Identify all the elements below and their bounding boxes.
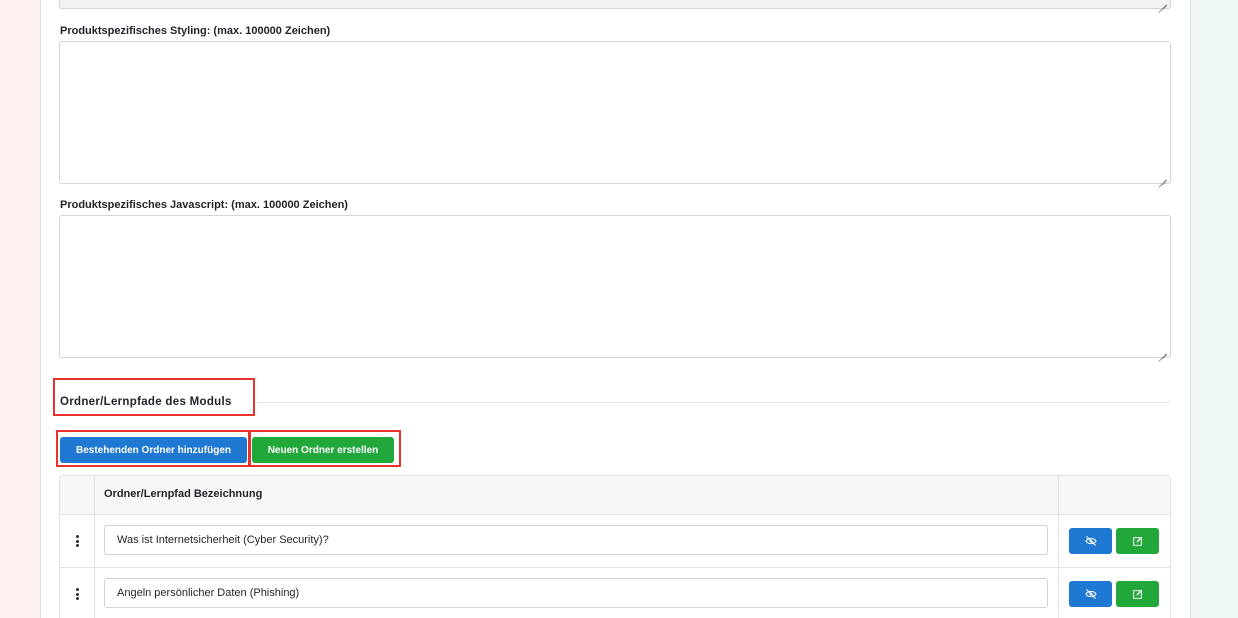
drag-handle-icon[interactable]: [75, 535, 79, 547]
javascript-textarea[interactable]: [59, 215, 1171, 358]
javascript-label: Produktspezifisches Javascript: (max. 10…: [60, 199, 348, 211]
edit-folder-button[interactable]: [1116, 581, 1159, 607]
edit-folder-button[interactable]: [1116, 528, 1159, 554]
create-new-folder-button[interactable]: Neuen Ordner erstellen: [252, 437, 394, 463]
add-existing-folder-button[interactable]: Bestehenden Ordner hinzufügen: [60, 437, 247, 463]
column-header-name: Ordner/Lernpfad Bezeichnung: [104, 488, 263, 500]
styling-label: Produktspezifisches Styling: (max. 10000…: [60, 25, 331, 37]
eye-slash-icon: [1084, 589, 1097, 599]
table-row: Was ist Internetsicherheit (Cyber Securi…: [60, 515, 1170, 567]
hide-folder-button[interactable]: [1069, 528, 1112, 554]
resize-handle-icon[interactable]: [1159, 0, 1167, 5]
hide-folder-button[interactable]: [1069, 581, 1112, 607]
resize-handle-icon[interactable]: [1159, 346, 1167, 354]
edit-icon: [1132, 589, 1142, 599]
section-title: Ordner/Lernpfade des Moduls: [60, 396, 232, 408]
eye-slash-icon: [1084, 536, 1097, 546]
previous-textarea[interactable]: [59, 0, 1171, 9]
drag-handle-icon[interactable]: [75, 588, 79, 600]
section-divider: [257, 402, 1170, 403]
folder-name-input[interactable]: Was ist Internetsicherheit (Cyber Securi…: [104, 525, 1048, 555]
table-row: Angeln persönlicher Daten (Phishing): [60, 568, 1170, 618]
edit-icon: [1132, 536, 1142, 546]
module-edit-panel: Produktspezifisches Styling: (max. 10000…: [40, 0, 1191, 618]
folder-name-input[interactable]: Angeln persönlicher Daten (Phishing): [104, 578, 1048, 608]
table-header: Ordner/Lernpfad Bezeichnung: [60, 476, 1170, 515]
folders-table: Ordner/Lernpfad Bezeichnung Was ist Inte…: [59, 475, 1171, 618]
resize-handle-icon[interactable]: [1159, 172, 1167, 180]
styling-textarea[interactable]: [59, 41, 1171, 184]
